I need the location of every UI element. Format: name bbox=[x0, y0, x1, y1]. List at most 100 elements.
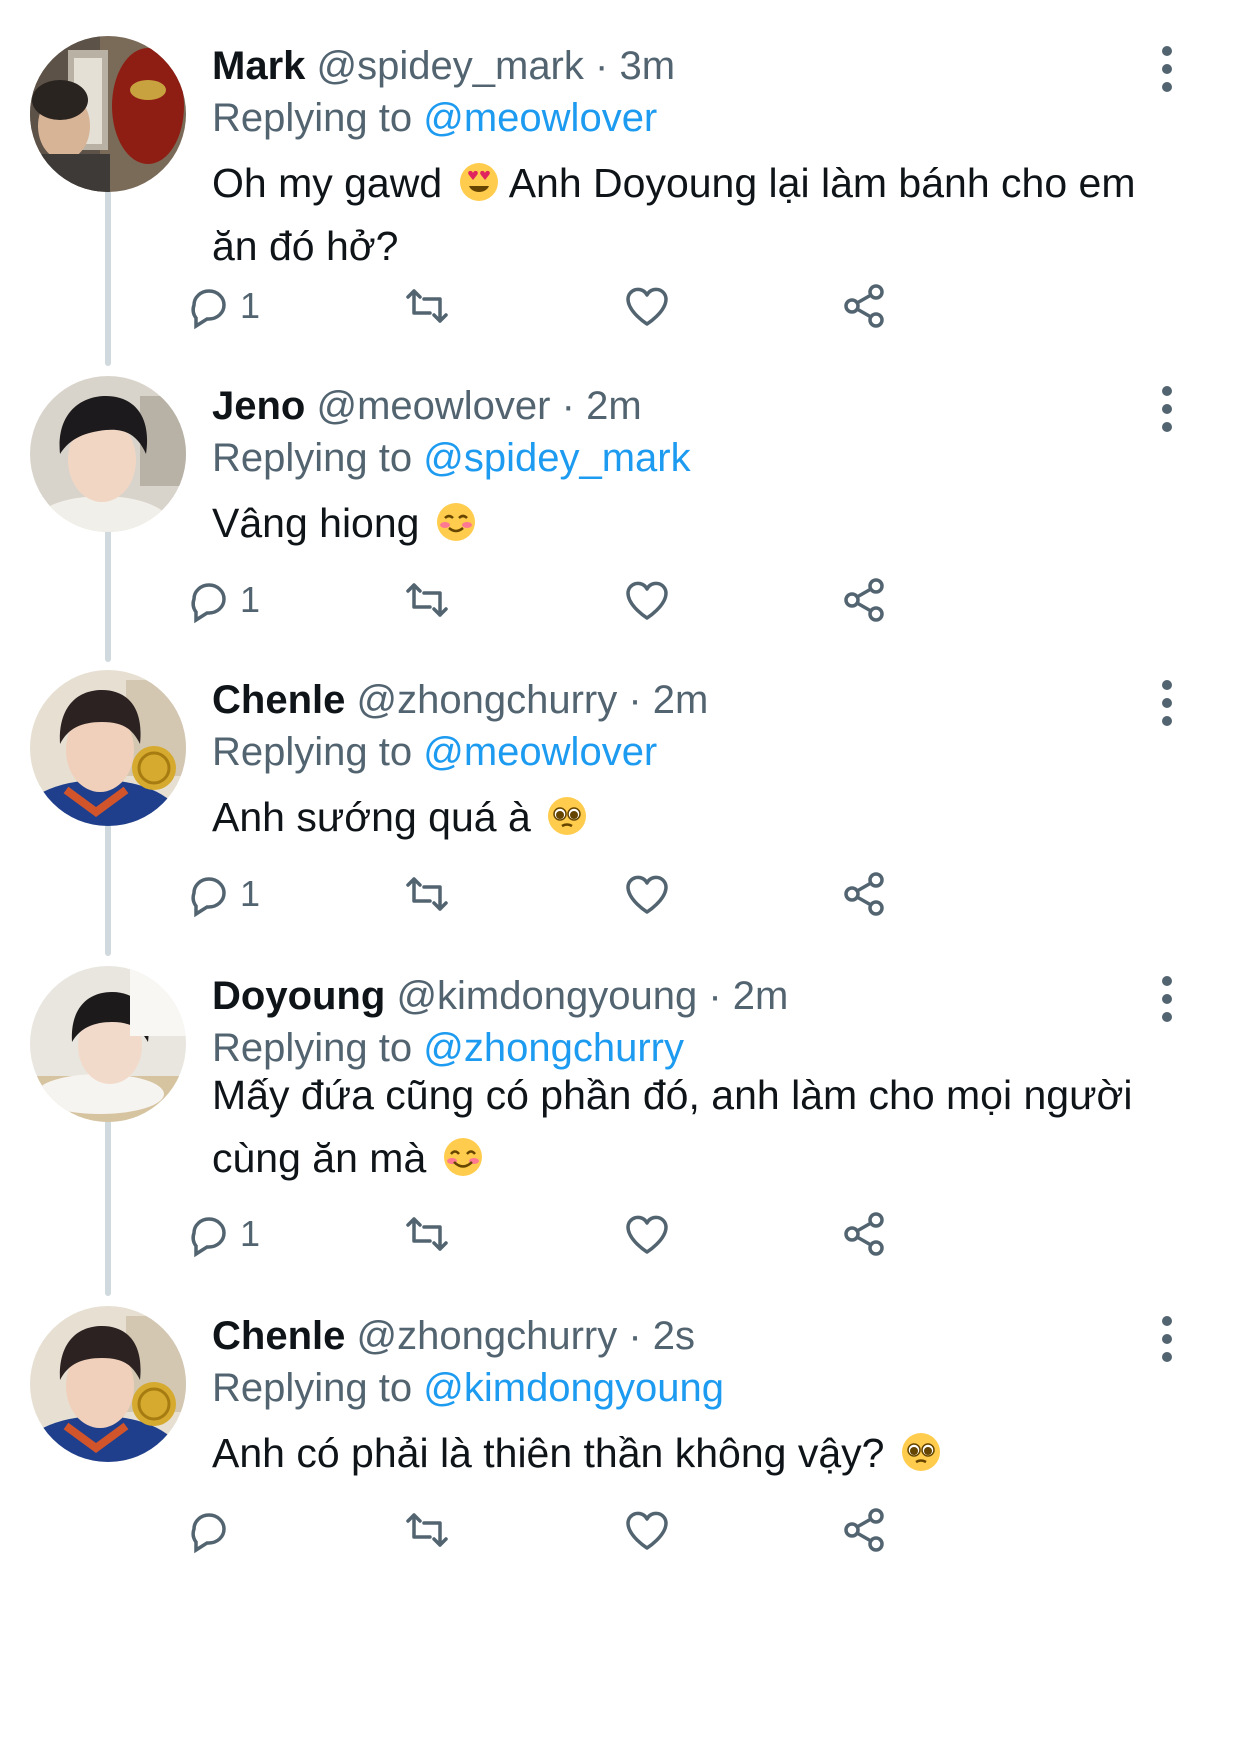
more-vertical-icon[interactable] bbox=[1150, 1314, 1184, 1364]
more-vertical-icon[interactable] bbox=[1150, 44, 1184, 94]
retweet-button[interactable] bbox=[402, 1500, 452, 1560]
separator: · bbox=[595, 44, 609, 88]
reply-count: 1 bbox=[240, 873, 261, 914]
like-button[interactable] bbox=[622, 276, 672, 336]
retweet-button[interactable] bbox=[402, 1204, 452, 1264]
share-icon bbox=[840, 869, 890, 919]
share-button[interactable] bbox=[840, 864, 890, 924]
like-button[interactable] bbox=[622, 864, 672, 924]
replying-label: Replying to bbox=[212, 436, 413, 480]
timestamp[interactable]: 2m bbox=[586, 384, 642, 428]
heart-eyes-emoji-icon bbox=[458, 161, 500, 203]
thread-line bbox=[105, 516, 111, 662]
retweet-icon bbox=[402, 281, 452, 331]
replying-mention[interactable]: @meowlover bbox=[423, 96, 657, 140]
tweet-actions: 1 bbox=[191, 1204, 1112, 1264]
avatar[interactable] bbox=[30, 966, 186, 1122]
display-name[interactable]: Chenle bbox=[212, 678, 345, 722]
smiling-blush-emoji-icon bbox=[435, 501, 477, 543]
like-button[interactable] bbox=[622, 570, 672, 630]
display-name[interactable]: Doyoung bbox=[212, 974, 385, 1018]
tweet-actions: 1 bbox=[191, 276, 1112, 336]
thread-line bbox=[105, 1106, 111, 1296]
share-button[interactable] bbox=[840, 276, 890, 336]
avatar[interactable] bbox=[30, 1306, 186, 1462]
share-button[interactable] bbox=[840, 1500, 890, 1560]
tweet-header: Doyoung @kimdongyoung · 2m bbox=[212, 970, 788, 1022]
tweet-text: Vâng hiong bbox=[212, 492, 1152, 555]
display-name[interactable]: Chenle bbox=[212, 1314, 345, 1358]
replying-mention[interactable]: @spidey_mark bbox=[423, 436, 690, 480]
comment-bubble-icon bbox=[184, 1209, 234, 1259]
pleading-face-emoji-icon bbox=[900, 1431, 942, 1473]
retweet-button[interactable] bbox=[402, 276, 452, 336]
user-handle[interactable]: @kimdongyoung bbox=[396, 974, 697, 1018]
separator: · bbox=[628, 1314, 642, 1358]
replying-label: Replying to bbox=[212, 1366, 413, 1410]
tweet-header: Chenle @zhongchurry · 2s bbox=[212, 1310, 695, 1362]
tweet-text-part: Anh có phải là thiên thần không vậy? bbox=[212, 1430, 885, 1476]
display-name[interactable]: Jeno bbox=[212, 384, 305, 428]
more-vertical-icon[interactable] bbox=[1150, 678, 1184, 728]
comment-bubble-icon bbox=[184, 575, 234, 625]
reply-button[interactable]: 1 bbox=[184, 276, 260, 336]
share-icon bbox=[840, 1209, 890, 1259]
reply-button[interactable] bbox=[184, 1500, 240, 1560]
share-button[interactable] bbox=[840, 1204, 890, 1264]
retweet-button[interactable] bbox=[402, 864, 452, 924]
tweet-actions: 1 bbox=[191, 570, 1112, 630]
like-button[interactable] bbox=[622, 1204, 672, 1264]
timestamp[interactable]: 2s bbox=[653, 1314, 695, 1358]
replying-mention[interactable]: @kimdongyoung bbox=[423, 1366, 724, 1410]
separator: · bbox=[561, 384, 575, 428]
heart-icon bbox=[622, 1505, 672, 1555]
timestamp[interactable]: 3m bbox=[619, 44, 675, 88]
timestamp[interactable]: 2m bbox=[733, 974, 789, 1018]
avatar[interactable] bbox=[30, 36, 186, 192]
user-handle[interactable]: @meowlover bbox=[316, 384, 550, 428]
tweet-text: Oh my gawd Anh Doyoung lại làm bánh cho … bbox=[212, 152, 1152, 278]
reply-thread: Mark @spidey_mark · 3m Replying to @meow… bbox=[0, 0, 1242, 1756]
retweet-icon bbox=[402, 1209, 452, 1259]
comment-bubble-icon bbox=[184, 1505, 234, 1555]
display-name[interactable]: Mark bbox=[212, 44, 305, 88]
comment-bubble-icon bbox=[184, 281, 234, 331]
retweet-button[interactable] bbox=[402, 570, 452, 630]
replying-mention[interactable]: @meowlover bbox=[423, 730, 657, 774]
tweet-header: Jeno @meowlover · 2m bbox=[212, 380, 642, 432]
timestamp[interactable]: 2m bbox=[653, 678, 709, 722]
more-vertical-icon[interactable] bbox=[1150, 384, 1184, 434]
user-handle[interactable]: @spidey_mark bbox=[317, 44, 584, 88]
user-handle[interactable]: @zhongchurry bbox=[356, 1314, 617, 1358]
replying-to: Replying to @kimdongyoung bbox=[212, 1362, 724, 1414]
like-button[interactable] bbox=[622, 1500, 672, 1560]
replying-to: Replying to @meowlover bbox=[212, 92, 657, 144]
heart-icon bbox=[622, 1209, 672, 1259]
retweet-icon bbox=[402, 1505, 452, 1555]
replying-to: Replying to @meowlover bbox=[212, 726, 657, 778]
tweet-text-part: Anh sướng quá à bbox=[212, 794, 531, 840]
user-handle[interactable]: @zhongchurry bbox=[356, 678, 617, 722]
tweet-actions bbox=[191, 1500, 1112, 1560]
thread-line bbox=[105, 176, 111, 366]
tweet-text-part: Mấy đứa cũng có phần đó, anh làm cho mọi… bbox=[212, 1072, 1133, 1181]
tweet-text: Anh sướng quá à bbox=[212, 786, 1152, 849]
avatar[interactable] bbox=[30, 670, 186, 826]
tweet-text-part: Oh my gawd bbox=[212, 160, 443, 206]
more-vertical-icon[interactable] bbox=[1150, 974, 1184, 1024]
share-button[interactable] bbox=[840, 570, 890, 630]
pleading-face-emoji-icon bbox=[546, 795, 588, 837]
share-icon bbox=[840, 281, 890, 331]
reply-button[interactable]: 1 bbox=[184, 864, 260, 924]
tweet-text-part: Vâng hiong bbox=[212, 500, 420, 546]
replying-label: Replying to bbox=[212, 96, 413, 140]
heart-icon bbox=[622, 575, 672, 625]
separator: · bbox=[628, 678, 642, 722]
reply-count: 1 bbox=[240, 579, 261, 620]
avatar[interactable] bbox=[30, 376, 186, 532]
tweet-actions: 1 bbox=[191, 864, 1112, 924]
reply-button[interactable]: 1 bbox=[184, 570, 260, 630]
replying-label: Replying to bbox=[212, 730, 413, 774]
smiling-face-emoji-icon bbox=[442, 1136, 484, 1178]
reply-button[interactable]: 1 bbox=[184, 1204, 260, 1264]
